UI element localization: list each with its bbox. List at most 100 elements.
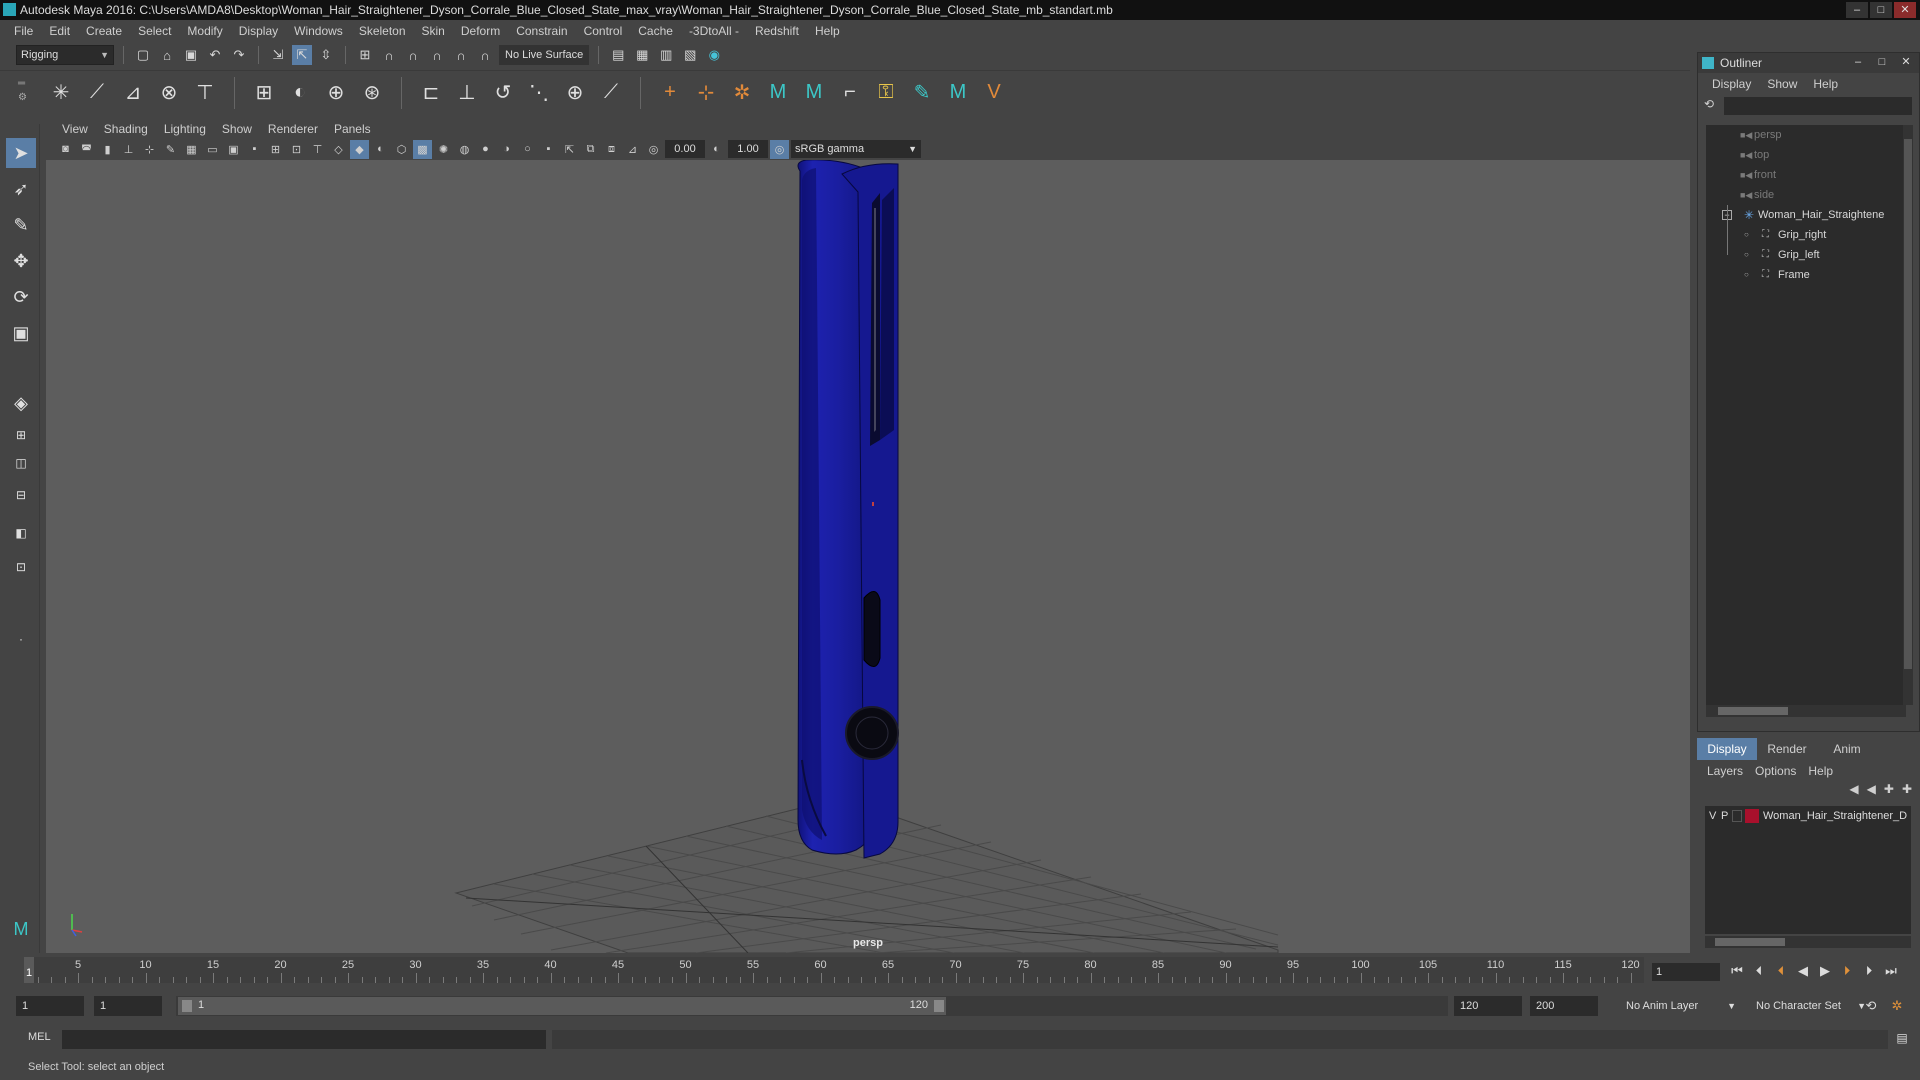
wireframe-icon[interactable]: ◇	[329, 140, 348, 159]
range-end-handle[interactable]	[934, 1000, 944, 1012]
outliner-layout-icon[interactable]: ⊟	[6, 484, 36, 506]
grid-toggle-icon[interactable]: ▦	[182, 140, 201, 159]
depth-of-field-icon[interactable]: ▪	[539, 140, 558, 159]
outliner-close-button[interactable]: ✕	[1897, 55, 1915, 70]
render-view-icon[interactable]: ▧	[680, 45, 700, 65]
point-constraint-icon[interactable]: ⊹	[691, 78, 721, 108]
four-view-layout-icon[interactable]: ⊞	[6, 424, 36, 446]
go-to-start-icon[interactable]: ⏮	[1728, 961, 1746, 981]
rigid-bind-icon[interactable]: ⊕	[321, 78, 351, 108]
step-forward-icon[interactable]: ⏵	[1860, 961, 1878, 981]
paint-select-icon[interactable]: ✎	[6, 210, 36, 240]
render-frame-icon[interactable]: ▦	[632, 45, 652, 65]
scrollbar-thumb[interactable]	[1904, 139, 1912, 669]
joint-tool-icon[interactable]: ✳	[46, 78, 76, 108]
smooth-bind-icon[interactable]: ◐	[285, 78, 315, 108]
playback-end-field[interactable]: 120	[1454, 996, 1522, 1016]
script-editor-icon[interactable]: ▤	[1894, 1031, 1910, 1047]
gamma-field[interactable]: 1.00	[728, 140, 768, 158]
outliner-item-front[interactable]: ■◀ front	[1706, 165, 1906, 185]
mirror-joint-icon[interactable]: ⊤	[190, 78, 220, 108]
outliner-search-input[interactable]	[1724, 97, 1912, 115]
outliner-item-frame[interactable]: ○ ⛶ Frame	[1706, 265, 1906, 285]
layer-visibility-toggle[interactable]: V	[1709, 806, 1716, 826]
2d-pan-zoom-icon[interactable]: ⊹	[140, 140, 159, 159]
snap-point-icon[interactable]: ∩	[403, 45, 423, 65]
layer-color-swatch[interactable]	[1745, 809, 1759, 823]
outliner-vertical-scrollbar[interactable]	[1903, 125, 1913, 705]
new-layer-icon[interactable]: ✚	[1884, 782, 1894, 802]
menu-skeleton[interactable]: Skeleton	[351, 20, 414, 42]
mel-language-toggle[interactable]: MEL	[28, 1031, 51, 1043]
scale-tool-icon[interactable]: ▣	[6, 318, 36, 348]
menu-cache[interactable]: Cache	[630, 20, 681, 42]
range-start-handle[interactable]	[182, 1000, 192, 1012]
select-object-icon[interactable]: ⇱	[292, 45, 312, 65]
aim-constraint-icon[interactable]: ✲	[727, 78, 757, 108]
anti-aliasing-icon[interactable]: ○	[518, 140, 537, 159]
range-slider-thumb[interactable]: 1 120	[178, 997, 946, 1015]
safe-title-icon[interactable]: ⊤	[308, 140, 327, 159]
menu-select[interactable]: Select	[130, 20, 179, 42]
menu-control[interactable]: Control	[576, 20, 631, 42]
outliner-item-persp[interactable]: ■◀ persp	[1706, 125, 1906, 145]
tab-display[interactable]: Display	[1697, 738, 1757, 760]
lattice-icon[interactable]: ⊥	[452, 78, 482, 108]
move-layer-down-icon[interactable]: ◀	[1867, 782, 1876, 802]
outliner-menu-display[interactable]: Display	[1704, 77, 1759, 91]
open-scene-icon[interactable]: ⌂	[157, 45, 177, 65]
camera-select-icon[interactable]: ◙	[56, 140, 75, 159]
snap-grid-icon[interactable]: ⊞	[355, 45, 375, 65]
menu-modify[interactable]: Modify	[179, 20, 230, 42]
scrollbar-thumb[interactable]	[1718, 707, 1788, 715]
menu-create[interactable]: Create	[78, 20, 130, 42]
snap-live-icon[interactable]: ∩	[475, 45, 495, 65]
menu-display[interactable]: Display	[231, 20, 286, 42]
viewport-menu-view[interactable]: View	[54, 122, 96, 136]
image-plane-icon[interactable]: ⊥	[119, 140, 138, 159]
new-layer-selected-icon[interactable]: ✚	[1902, 782, 1912, 802]
current-frame-field[interactable]: 1	[1652, 963, 1720, 981]
play-forwards-icon[interactable]: ▶	[1816, 961, 1834, 981]
isolate-select-icon[interactable]: ⇱	[560, 140, 579, 159]
viewport-menu-panels[interactable]: Panels	[326, 122, 379, 136]
menu-3dtoall[interactable]: -3DtoAll -	[681, 20, 747, 42]
film-gate-icon[interactable]: ▭	[203, 140, 222, 159]
outliner-minimize-button[interactable]: –	[1849, 55, 1867, 70]
lasso-tool-icon[interactable]: ➶	[6, 174, 36, 204]
set-driven-key-icon[interactable]: ⚿	[871, 78, 901, 108]
command-input[interactable]	[62, 1030, 546, 1049]
layer-display-type-toggle[interactable]	[1732, 810, 1742, 822]
anim-layer-dropdown[interactable]: No Anim Layer ▼	[1620, 996, 1740, 1016]
search-options-icon[interactable]: ⟲	[1704, 97, 1714, 111]
layer-horizontal-scrollbar[interactable]	[1705, 936, 1911, 948]
insert-joint-icon[interactable]: ⊗	[154, 78, 184, 108]
bookmark-icon[interactable]: ▮	[98, 140, 117, 159]
maya-home-icon[interactable]: M	[6, 914, 36, 944]
wire-icon[interactable]: ⊕	[560, 78, 590, 108]
screen-space-ao-icon[interactable]: ●	[476, 140, 495, 159]
sculpt-icon[interactable]: ⟋	[596, 78, 626, 108]
menu-redshift[interactable]: Redshift	[747, 20, 807, 42]
menu-help[interactable]: Help	[807, 20, 848, 42]
layer-menu-help[interactable]: Help	[1802, 764, 1839, 778]
outliner-menu-help[interactable]: Help	[1805, 77, 1846, 91]
minimize-button[interactable]: –	[1846, 2, 1868, 18]
tab-anim[interactable]: Anim	[1817, 738, 1877, 760]
resolution-gate-icon[interactable]: ▣	[224, 140, 243, 159]
camera-attributes-icon[interactable]: ◚	[77, 140, 96, 159]
viewport-menu-renderer[interactable]: Renderer	[260, 122, 326, 136]
playback-start-field[interactable]: 1	[94, 996, 162, 1016]
wrap-icon[interactable]: ↺	[488, 78, 518, 108]
textured-icon[interactable]: ▩	[413, 139, 432, 159]
safe-action-icon[interactable]: ⊡	[287, 140, 306, 159]
close-button[interactable]: ✕	[1894, 2, 1916, 18]
locator-icon[interactable]: +	[655, 78, 685, 108]
gamma-icon[interactable]: ◐	[707, 140, 726, 159]
layer-row[interactable]: V P Woman_Hair_Straightener_D	[1705, 806, 1911, 826]
snap-curve-icon[interactable]: ∩	[379, 45, 399, 65]
move-layer-up-icon[interactable]: ◀	[1849, 782, 1858, 802]
select-tool-icon[interactable]: ➤	[6, 138, 36, 168]
outliner-item-group[interactable]: − ✳ Woman_Hair_Straightene	[1706, 205, 1906, 225]
menu-constrain[interactable]: Constrain	[508, 20, 575, 42]
